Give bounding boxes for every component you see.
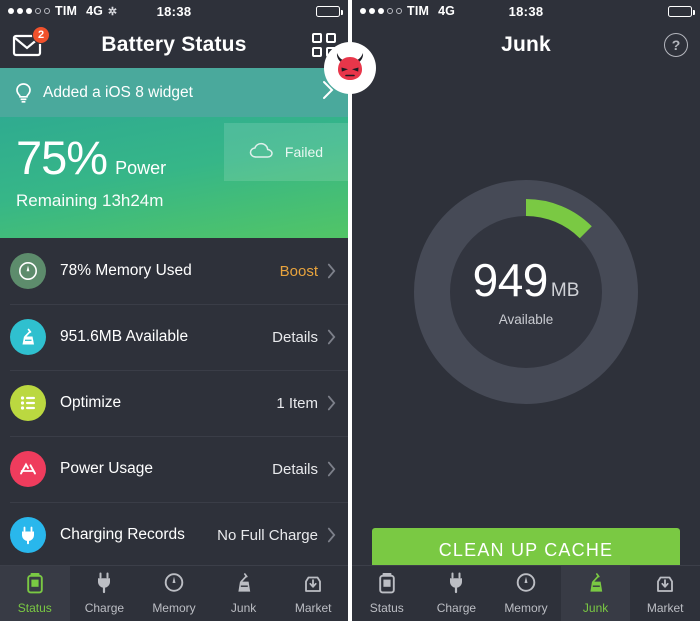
plug-tab-icon [94, 572, 114, 597]
junk-value: 949 [472, 254, 549, 306]
tab-label: Charge [84, 601, 125, 615]
list-item-power-usage[interactable]: Power Usage Details [0, 436, 348, 502]
tab-market[interactable]: Market [278, 566, 348, 621]
chevron-right-icon [327, 263, 336, 279]
devil-mascot-icon [330, 48, 370, 89]
app-mascot-logo [324, 42, 376, 94]
tab-status[interactable]: Status [0, 566, 70, 621]
tab-label: Charge [436, 601, 477, 615]
chevron-right-icon [327, 395, 336, 411]
list-item-storage[interactable]: 951.6MB Available Details [0, 304, 348, 370]
list-item-charging-records[interactable]: Charging Records No Full Charge [0, 502, 348, 568]
tab-memory[interactable]: Memory [491, 566, 561, 621]
battery-icon [316, 5, 343, 17]
page-title: Battery Status [101, 33, 247, 56]
left-status-bar: TIM 4G ✲ 18:38 [0, 0, 348, 22]
chevron-right-icon [327, 329, 336, 345]
donut-value-group: 949 MB [473, 257, 580, 303]
battery-hero-panel: 75% Power Remaining 13h24m Failed [0, 117, 348, 238]
list-item-label: Optimize [60, 394, 122, 411]
tab-label: Status [17, 601, 52, 615]
list-item-value: Boost [279, 262, 318, 280]
list-item-label: Charging Records [60, 526, 185, 543]
tab-label: Market [294, 601, 332, 615]
left-nav-bar: 2 Battery Status [0, 22, 348, 68]
battery-tab-icon [25, 572, 45, 597]
lightbulb-icon [14, 82, 33, 104]
memory-tab-icon [164, 572, 184, 597]
tab-junk[interactable]: Junk [209, 566, 279, 621]
help-button[interactable]: ? [664, 33, 688, 57]
junk-donut-chart: 949 MB Available [414, 180, 638, 404]
battery-power-label: Power [115, 158, 167, 178]
right-status-bar: TIM 4G 18:38 [352, 0, 700, 22]
mail-icon: 2 [12, 26, 50, 58]
junk-sub-label: Available [498, 312, 554, 327]
right-nav-bar: Junk ? [352, 22, 700, 68]
tab-charge[interactable]: Charge [422, 566, 492, 621]
right-tab-bar: Status Charge Memory Junk Market [352, 565, 700, 621]
widget-banner-text: Added a iOS 8 widget [43, 83, 193, 101]
list-item-value: No Full Charge [217, 526, 318, 544]
tab-label: Market [646, 601, 684, 615]
market-tab-icon [303, 572, 323, 597]
widget-notice-banner[interactable]: Added a iOS 8 widget [0, 68, 348, 117]
list-icon [10, 385, 46, 421]
tab-label: Memory [504, 601, 548, 615]
tab-junk[interactable]: Junk [560, 566, 631, 621]
chevron-right-icon [327, 461, 336, 477]
tab-status[interactable]: Status [352, 566, 422, 621]
list-item-value: Details [272, 460, 318, 478]
market-tab-icon [655, 572, 675, 597]
tab-market[interactable]: Market [630, 566, 700, 621]
help-circle-icon: ? [664, 33, 688, 57]
junk-unit: MB [550, 280, 580, 301]
list-item-value: 1 Item [276, 394, 318, 412]
tab-label: Memory [152, 601, 196, 615]
list-item-label: Power Usage [60, 460, 154, 477]
left-tab-bar: Status Charge Memory Junk Market [0, 565, 348, 621]
mail-unread-badge: 2 [32, 26, 50, 44]
battery-percent-value: 75% [16, 131, 108, 184]
broom-icon [10, 319, 46, 355]
list-item-label: 951.6MB Available [60, 328, 189, 345]
plug-tab-icon [446, 572, 466, 597]
tab-memory[interactable]: Memory [139, 566, 209, 621]
junk-panel: 949 MB Available CLEAN UP CACHE [352, 68, 700, 621]
junk-tab-icon [234, 572, 254, 597]
tab-label: Junk [582, 601, 609, 615]
page-title: Junk [501, 33, 551, 56]
dual-screenshot-container: TIM 4G ✲ 18:38 2 Battery Status Added a … [0, 0, 700, 621]
junk-tab-icon [586, 572, 606, 597]
cloud-icon [249, 142, 275, 163]
list-item-label: 78% Memory Used [60, 262, 192, 279]
tab-label: Status [369, 601, 404, 615]
list-item-optimize[interactable]: Optimize 1 Item [0, 370, 348, 436]
right-phone-screen: TIM 4G 18:38 Junk ? 949 MB Available CLE… [352, 0, 700, 621]
chevron-right-icon [327, 527, 336, 543]
memory-tab-icon [516, 572, 536, 597]
clock-label: 18:38 [508, 3, 544, 19]
speedometer-icon [10, 253, 46, 289]
tab-label: Junk [230, 601, 257, 615]
clock-label: 18:38 [156, 3, 192, 19]
feature-list: 78% Memory Used Boost 951.6MB Available [0, 238, 348, 568]
battery-tab-icon [377, 572, 397, 597]
list-item-memory[interactable]: 78% Memory Used Boost [0, 238, 348, 304]
tab-charge[interactable]: Charge [70, 566, 140, 621]
battery-remaining-label: Remaining 13h24m [16, 191, 164, 210]
left-phone-screen: TIM 4G ✲ 18:38 2 Battery Status Added a … [0, 0, 348, 621]
list-item-value: Details [272, 328, 318, 346]
backup-status-chip[interactable]: Failed [224, 123, 348, 181]
donut-center-readout: 949 MB Available [450, 216, 602, 368]
appstore-icon [10, 451, 46, 487]
battery-icon [668, 5, 695, 17]
mail-button[interactable]: 2 [12, 26, 50, 58]
plug-icon [10, 517, 46, 553]
backup-status-label: Failed [284, 144, 324, 160]
